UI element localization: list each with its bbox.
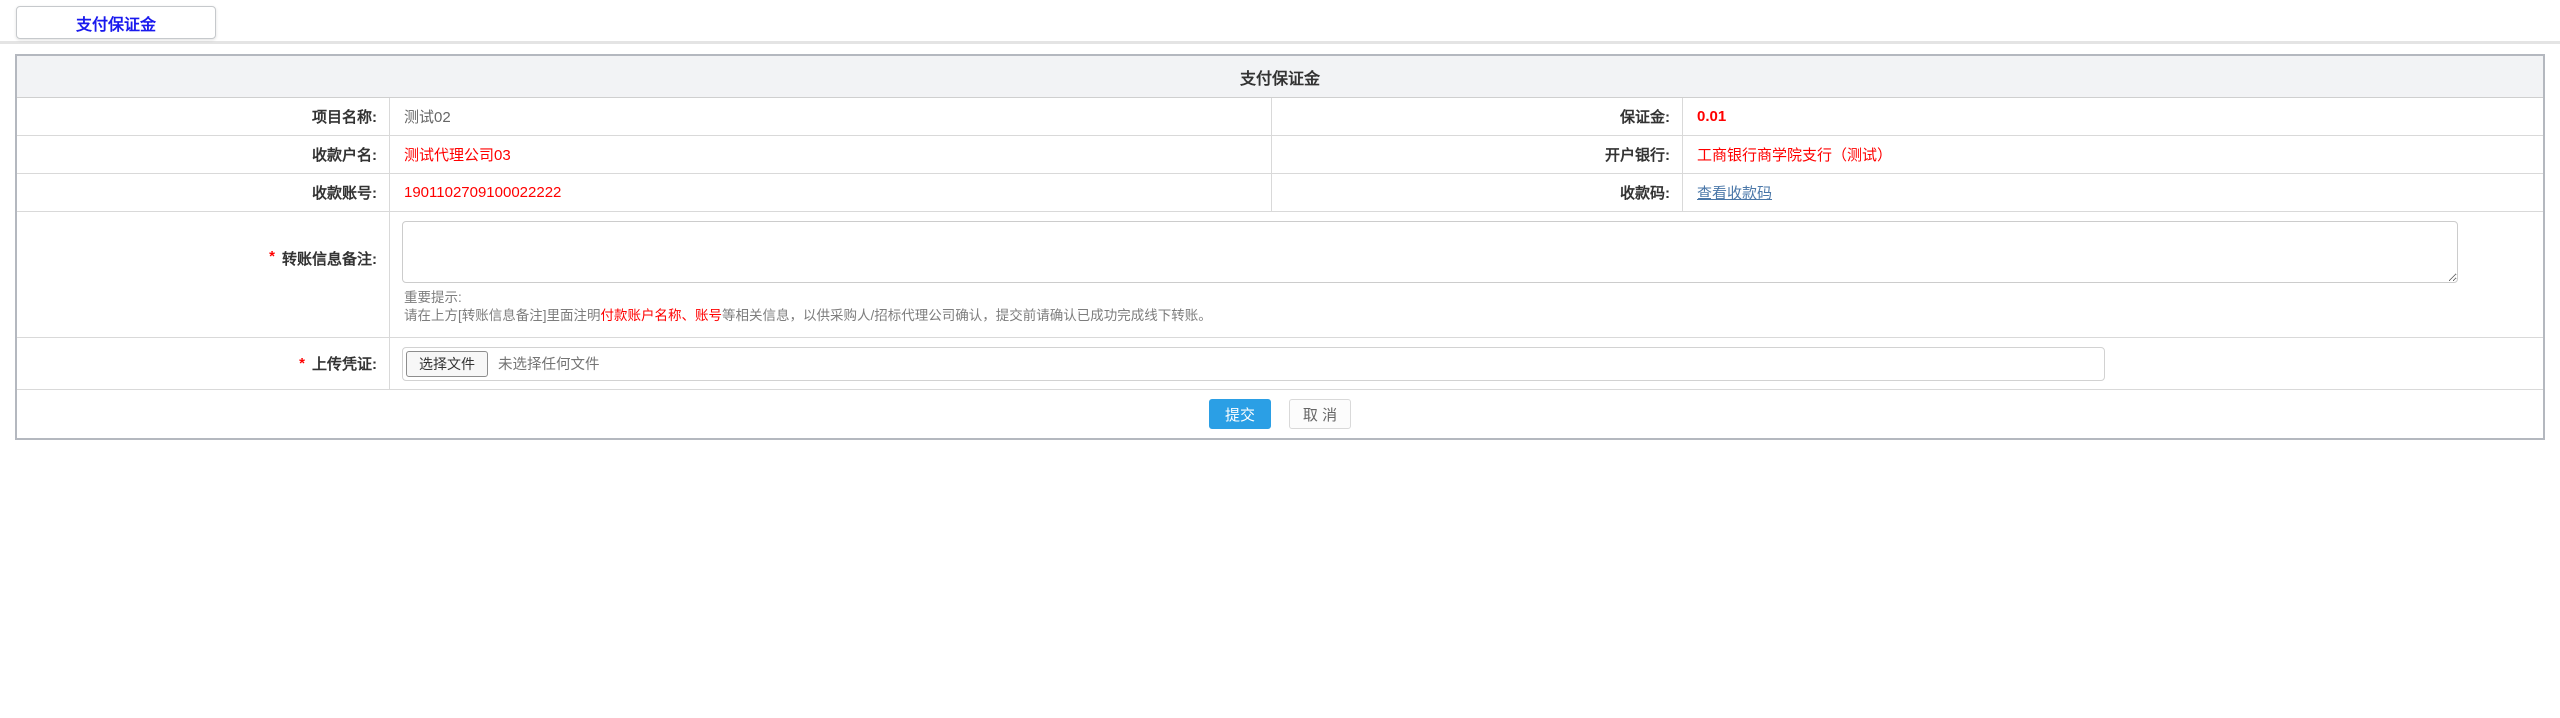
hint-text-post: 等相关信息，以供采购人/招标代理公司确认，提交前请确认已成功完成线下转账。 xyxy=(722,308,1212,323)
payee-name-label: 收款户名: xyxy=(17,136,390,173)
hint-text-red: 付款账户名称、账号 xyxy=(601,308,723,323)
row-transfer-remark: * 转账信息备注: 重要提示: 请在上方[转账信息备注]里面注明付款账户名称、账… xyxy=(17,212,2543,338)
view-qr-code-link[interactable]: 查看收款码 xyxy=(1697,182,1772,203)
upload-voucher-label: 上传凭证: xyxy=(312,353,377,374)
submit-button[interactable]: 提交 xyxy=(1209,399,1271,429)
required-asterisk: * xyxy=(269,248,275,265)
row-project-deposit: 项目名称: 测试02 保证金: 0.01 xyxy=(17,98,2543,136)
transfer-remark-label: 转账信息备注: xyxy=(282,248,377,269)
deposit-value: 0.01 xyxy=(1683,98,2543,135)
payee-name-value: 测试代理公司03 xyxy=(390,136,1272,173)
project-name-label: 项目名称: xyxy=(17,98,390,135)
hint-text-pre: 请在上方[转账信息备注]里面注明 xyxy=(404,308,601,323)
hint-title: 重要提示: xyxy=(404,289,2543,307)
row-upload-voucher: * 上传凭证: 选择文件 未选择任何文件 xyxy=(17,338,2543,390)
project-name-value: 测试02 xyxy=(390,98,1272,135)
row-account-qr: 收款账号: 1901102709100022222 收款码: 查看收款码 xyxy=(17,174,2543,212)
row-actions: 提交 取 消 xyxy=(17,390,2543,438)
qr-code-label: 收款码: xyxy=(1272,174,1683,211)
top-tab-bar: 支付保证金 xyxy=(0,0,2560,44)
account-number-label: 收款账号: xyxy=(17,174,390,211)
pay-deposit-panel: 支付保证金 项目名称: 测试02 保证金: 0.01 收款户名: 测试代理公司0… xyxy=(15,54,2545,440)
transfer-remark-textarea[interactable] xyxy=(402,221,2458,283)
important-hint: 重要提示: 请在上方[转账信息备注]里面注明付款账户名称、账号等相关信息，以供采… xyxy=(404,289,2543,325)
row-payee-bank: 收款户名: 测试代理公司03 开户银行: 工商银行商学院支行（测试） xyxy=(17,136,2543,174)
pay-deposit-tab-button[interactable]: 支付保证金 xyxy=(16,6,216,39)
hint-body: 请在上方[转账信息备注]里面注明付款账户名称、账号等相关信息，以供采购人/招标代… xyxy=(404,307,2543,325)
panel-title: 支付保证金 xyxy=(17,56,2543,98)
account-number-value: 1901102709100022222 xyxy=(390,174,1272,211)
cancel-button[interactable]: 取 消 xyxy=(1289,399,1351,429)
deposit-label: 保证金: xyxy=(1272,98,1683,135)
no-file-selected-text: 未选择任何文件 xyxy=(498,353,600,374)
file-input-box[interactable]: 选择文件 未选择任何文件 xyxy=(402,347,2105,381)
bank-label: 开户银行: xyxy=(1272,136,1683,173)
bank-value: 工商银行商学院支行（测试） xyxy=(1683,136,2543,173)
transfer-remark-area: 重要提示: 请在上方[转账信息备注]里面注明付款账户名称、账号等相关信息，以供采… xyxy=(390,212,2543,337)
required-asterisk: * xyxy=(299,355,305,372)
choose-file-button[interactable]: 选择文件 xyxy=(406,351,488,377)
